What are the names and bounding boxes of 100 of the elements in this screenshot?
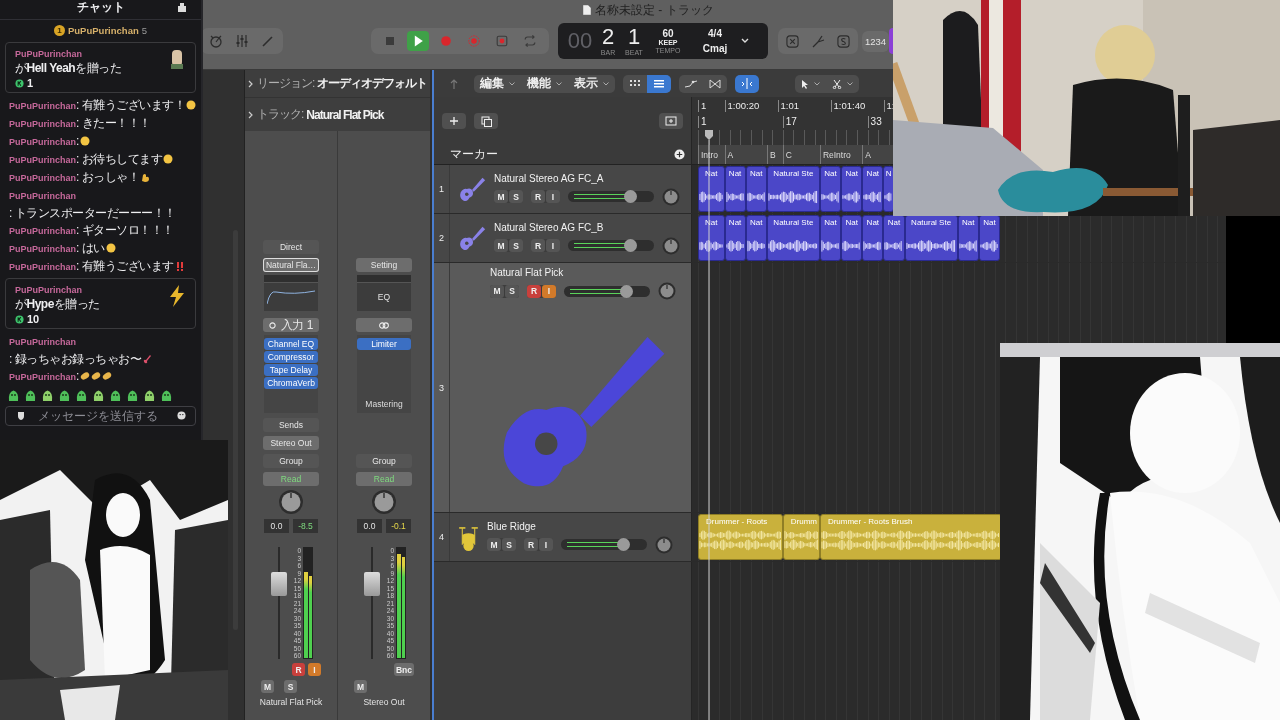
- username[interactable]: PuPuPurinchan: [9, 262, 76, 272]
- plugin-button[interactable]: Tape Delay: [264, 364, 318, 376]
- mute-button[interactable]: M: [490, 284, 504, 298]
- audio-region[interactable]: Nat: [745, 166, 767, 212]
- audio-region[interactable]: Nat: [698, 166, 725, 212]
- marker[interactable]: A: [724, 145, 767, 164]
- marker[interactable]: ReIntro: [819, 145, 863, 164]
- record-enable-button[interactable]: R: [527, 284, 541, 298]
- input-button[interactable]: Direct: [263, 240, 319, 254]
- username[interactable]: PuPuPurinchan: [15, 49, 82, 59]
- username[interactable]: PuPuPurinchan: [15, 285, 82, 295]
- input-monitor-button[interactable]: I: [546, 190, 560, 203]
- inspector-header[interactable]: リージョン: オーディオデフォルト: [245, 70, 430, 97]
- username[interactable]: PuPuPurinchan: [9, 119, 76, 129]
- region-name: Nat: [983, 217, 996, 228]
- output-button[interactable]: Stereo Out: [263, 436, 319, 450]
- peak-readout: -0.1: [386, 519, 411, 533]
- region-name: Nat: [866, 217, 880, 228]
- setting-button[interactable]: Setting: [356, 258, 412, 272]
- audio-region[interactable]: Nat: [841, 215, 863, 261]
- plugin-button[interactable]: Channel EQ: [264, 338, 318, 350]
- eq-thumbnail[interactable]: EQ: [357, 275, 411, 311]
- username[interactable]: PuPuPurinchan: [9, 173, 76, 183]
- username[interactable]: PuPuPurinchan: [9, 191, 76, 201]
- audio-region[interactable]: Nat: [841, 166, 863, 212]
- mute-button[interactable]: M: [494, 190, 508, 203]
- marker[interactable]: C: [782, 145, 820, 164]
- plugin-button[interactable]: Limiter: [357, 338, 411, 350]
- username[interactable]: PuPuPurinchan: [9, 337, 76, 347]
- group-button[interactable]: Group: [263, 454, 319, 468]
- audio-region[interactable]: Nat: [724, 166, 746, 212]
- region-name: N: [885, 168, 892, 179]
- solo-button[interactable]: S: [505, 284, 519, 298]
- record-enable-button[interactable]: R: [531, 239, 545, 252]
- input-monitor-button[interactable]: I: [546, 239, 560, 252]
- username[interactable]: PuPuPurinchan: [9, 155, 76, 165]
- region-name: Nat: [750, 217, 763, 228]
- mute-button[interactable]: M: [487, 538, 501, 551]
- chat-message: : お待ちしてます: [76, 151, 163, 168]
- group-button[interactable]: Group: [356, 454, 412, 468]
- username[interactable]: PuPuPurinchan: [9, 244, 76, 254]
- audio-region[interactable]: Nat: [745, 215, 767, 261]
- username[interactable]: PuPuPurinchan: [9, 101, 76, 111]
- region-name: Nat: [962, 217, 975, 228]
- preset-label: Mastering: [365, 399, 403, 409]
- gift-count: 5: [141, 24, 147, 36]
- track-header[interactable]: 4 Blue Ridge M S R I: [434, 513, 692, 561]
- chat-message: : ギターソロ！！！: [76, 222, 174, 239]
- marker[interactable]: A: [862, 145, 895, 164]
- audio-region[interactable]: Nat: [883, 215, 905, 261]
- mute-button[interactable]: M: [494, 239, 508, 252]
- record-button[interactable]: R: [292, 663, 305, 676]
- bounce-button[interactable]: Bnc: [393, 663, 414, 676]
- track-header[interactable]: 1 Natural Stereo AG FC_A M S R I: [434, 165, 692, 213]
- sends-button[interactable]: Sends: [263, 418, 319, 432]
- gift-amount: 1: [27, 77, 34, 89]
- channel-name: Stereo Out: [363, 697, 405, 707]
- record-enable-button[interactable]: R: [524, 538, 538, 551]
- count-in-button[interactable]: 1234: [862, 30, 890, 52]
- audio-region[interactable]: Nat: [819, 166, 842, 212]
- solo-button[interactable]: S: [509, 190, 523, 203]
- menu-button[interactable]: 編集: [474, 74, 521, 93]
- audio-region[interactable]: Nat: [819, 215, 842, 261]
- audio-region[interactable]: Nat: [862, 166, 884, 212]
- username[interactable]: PuPuPurinchan: [9, 372, 76, 382]
- mute-button[interactable]: M: [354, 680, 367, 693]
- input-monitor-button[interactable]: I: [539, 538, 553, 551]
- setting-button[interactable]: Natural Fla…: [263, 258, 319, 272]
- record-enable-button[interactable]: R: [531, 190, 545, 203]
- username[interactable]: PuPuPurinchan: [9, 226, 76, 236]
- gift-text: がHell Yeahを贈った: [15, 61, 122, 75]
- track-header[interactable]: 3 Natural Flat Pick M S R I: [434, 263, 692, 512]
- audio-region[interactable]: Natural Ste: [904, 215, 958, 261]
- audio-region[interactable]: Nat: [862, 215, 884, 261]
- marker-track-title: マーカー: [450, 146, 498, 163]
- eq-label: EQ: [377, 292, 391, 302]
- solo-button[interactable]: S: [502, 538, 516, 551]
- inspector-header[interactable]: トラック: Natural Flat Pick: [245, 97, 430, 131]
- region-name: Drummer - Roots: [705, 516, 768, 527]
- solo-button[interactable]: S: [509, 239, 523, 252]
- region-name: Nat: [705, 168, 718, 179]
- menu-button[interactable]: 機能: [521, 74, 568, 93]
- track-header[interactable]: 2 Natural Stereo AG FC_B M S R I: [434, 214, 692, 262]
- menu-button[interactable]: 表示: [568, 74, 615, 93]
- plugin-button[interactable]: ChromaVerb: [264, 377, 318, 389]
- audio-region[interactable]: Natural Ste: [766, 166, 820, 212]
- chat-message: : 有難うございます！: [76, 97, 186, 114]
- message-input[interactable]: メッセージを送信する: [5, 406, 196, 426]
- username[interactable]: PuPuPurinchan: [9, 137, 76, 147]
- pinned-username[interactable]: PuPuPurinchan: [68, 24, 139, 36]
- audio-region[interactable]: Nat: [724, 215, 746, 261]
- solo-button[interactable]: S: [284, 680, 297, 693]
- region-name: Nat: [887, 217, 901, 228]
- mute-button[interactable]: M: [261, 680, 274, 693]
- region-name: Nat: [705, 217, 718, 228]
- audio-region[interactable]: Natural Ste: [766, 215, 820, 261]
- marker[interactable]: Intro: [698, 145, 725, 164]
- input-format-button[interactable]: 入力 1: [263, 318, 319, 332]
- audio-region[interactable]: Nat: [698, 215, 725, 261]
- plugin-button[interactable]: Compressor: [264, 351, 318, 363]
